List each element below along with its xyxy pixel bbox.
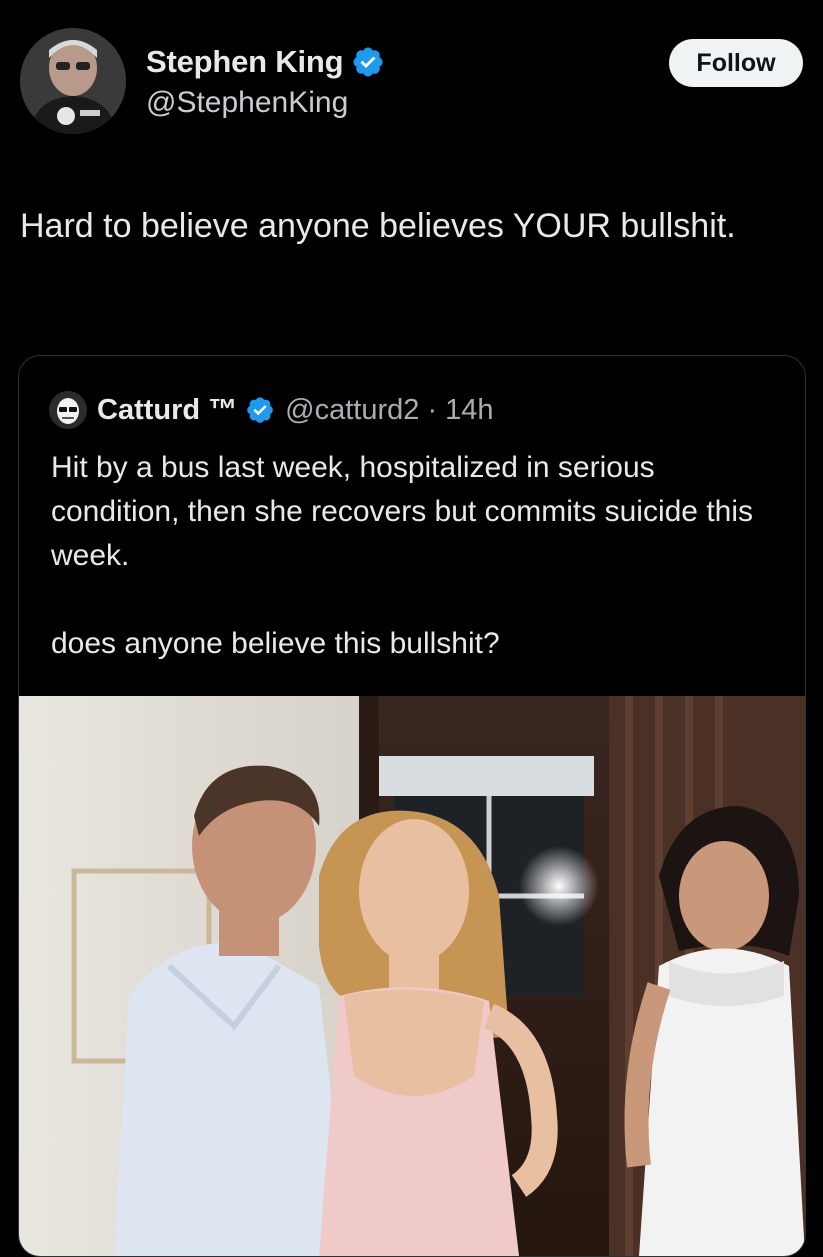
quoted-tweet-meta: @catturd2 · 14h [285, 393, 494, 426]
quoted-author-avatar[interactable] [49, 391, 87, 429]
verified-badge-icon [247, 397, 273, 423]
tweet-header: Stephen King @StephenKing Follow [20, 28, 803, 138]
author-avatar[interactable] [20, 28, 126, 134]
quoted-author-display-name[interactable]: Catturd ™ [97, 394, 237, 427]
quoted-tweet-card[interactable]: Catturd ™ @catturd2 · 14h Hit by a bus l… [18, 355, 806, 1257]
quoted-tweet-photo[interactable] [19, 696, 805, 1256]
quoted-tweet-header: Catturd ™ @catturd2 · 14h [49, 390, 494, 430]
quoted-tweet-paragraph: does anyone believe this bullshit? [51, 627, 500, 660]
follow-button[interactable]: Follow [669, 39, 803, 87]
author-display-name[interactable]: Stephen King [146, 44, 344, 80]
author-handle[interactable]: @StephenKing [146, 86, 385, 120]
tweet-text: Hard to believe anyone believes YOUR bul… [20, 207, 736, 245]
verified-badge-icon [353, 47, 383, 77]
quoted-tweet-text: Hit by a bus last week, hospitalized in … [51, 446, 781, 666]
quoted-tweet-paragraph: Hit by a bus last week, hospitalized in … [51, 451, 753, 572]
